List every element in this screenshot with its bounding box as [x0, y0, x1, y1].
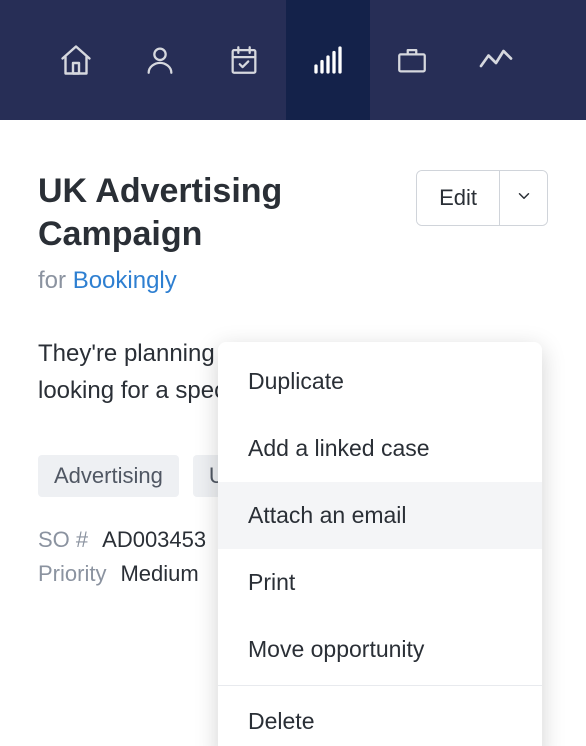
calendar-check-icon — [227, 43, 261, 77]
top-nav — [0, 0, 586, 120]
nav-cases[interactable] — [370, 0, 454, 120]
home-icon — [58, 42, 94, 78]
so-value: AD003453 — [102, 527, 206, 553]
edit-button[interactable]: Edit — [417, 171, 499, 225]
content-area: UK Advertising Campaign Edit for Booking… — [0, 120, 586, 587]
nav-reports[interactable] — [286, 0, 370, 120]
person-icon — [143, 43, 177, 77]
for-prefix: for — [38, 267, 73, 294]
org-subtitle: for Bookingly — [38, 267, 548, 295]
menu-item-duplicate[interactable]: Duplicate — [218, 348, 542, 415]
tag-item[interactable]: Advertising — [38, 455, 179, 497]
menu-item-add-linked-case[interactable]: Add a linked case — [218, 415, 542, 482]
nav-home[interactable] — [34, 0, 118, 120]
page-title: UK Advertising Campaign — [38, 170, 358, 255]
so-label: SO # — [38, 527, 88, 553]
menu-item-move-opportunity[interactable]: Move opportunity — [218, 616, 542, 683]
action-menu: Duplicate Add a linked case Attach an em… — [218, 342, 542, 746]
trend-icon — [478, 42, 514, 78]
menu-item-delete[interactable]: Delete — [218, 688, 542, 746]
edit-dropdown-toggle[interactable] — [499, 171, 547, 225]
menu-separator — [218, 685, 542, 686]
menu-item-attach-email[interactable]: Attach an email — [218, 482, 542, 549]
nav-calendar[interactable] — [202, 0, 286, 120]
priority-value: Medium — [120, 561, 198, 587]
briefcase-icon — [395, 43, 429, 77]
menu-item-print[interactable]: Print — [218, 549, 542, 616]
org-link[interactable]: Bookingly — [73, 267, 177, 294]
nav-person[interactable] — [118, 0, 202, 120]
bars-icon — [310, 42, 346, 78]
priority-label: Priority — [38, 561, 106, 587]
nav-tracks[interactable] — [454, 0, 538, 120]
chevron-down-icon — [515, 187, 533, 210]
edit-button-group: Edit — [416, 170, 548, 226]
